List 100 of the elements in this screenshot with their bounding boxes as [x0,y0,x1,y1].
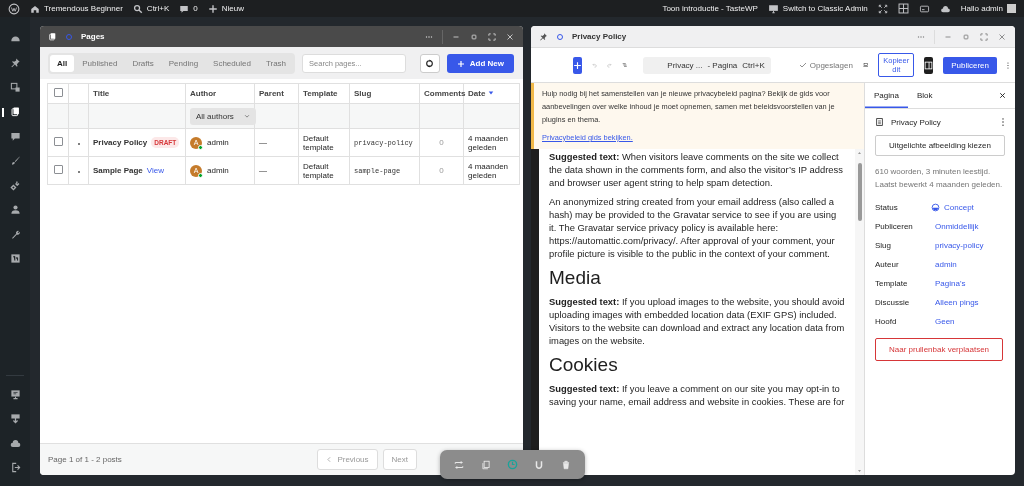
pages-icon[interactable] [9,106,21,118]
monitor-icon[interactable] [767,3,779,14]
paragraph: Suggested text: If you leave a comment on our site you may opt-in to saving your name, email address and website in cookies. These are for [549,382,845,408]
wordpress-logo-icon[interactable] [8,2,20,15]
sidebar-tab[interactable]: Pagina [865,83,908,108]
magnet-icon[interactable] [534,459,545,470]
online-dot-icon [198,144,203,150]
meta-text: 610 woorden, 3 minuten leestijd. [875,166,992,178]
filter-tab[interactable]: All [50,55,75,72]
field-value-link[interactable]: Onmiddellijk [935,222,1005,231]
field-label: Publiceren [875,222,914,231]
half-circle-icon [931,203,940,212]
document-title: Privacy Policy [891,117,942,127]
media-icon[interactable] [9,81,21,93]
home-icon[interactable] [30,3,40,14]
column-header[interactable]: Date [468,89,486,98]
author-name: admin [207,166,229,175]
monitor-icon[interactable] [9,388,21,400]
expand-icon[interactable] [877,3,888,14]
pagination-summary: Page 1 of 1 - 2 posts [48,455,123,464]
field-value-link[interactable]: privacy-policy [935,241,1005,250]
restore-icon[interactable] [469,31,479,42]
checkbox[interactable] [53,137,63,146]
window-title: Pages [81,32,106,41]
chevron-down-icon [243,113,250,119]
close-icon[interactable] [998,91,1007,100]
filter-tab[interactable]: Published [75,55,125,72]
field-label: Hoofd [875,317,898,326]
previous-button[interactable]: Previous [317,449,378,470]
list-view-icon[interactable] [621,60,628,70]
page-title-link[interactable]: Privacy Policy [93,138,148,147]
kebab-menu-icon[interactable] [1001,117,1005,127]
classic-admin-link[interactable]: Switch to Classic Admin [782,4,868,13]
site-name-link[interactable]: Tremendous Beginner [44,4,123,13]
comments-count[interactable]: 0 [193,4,198,13]
cloud-icon[interactable] [939,3,951,14]
column-header: Template [303,89,338,98]
column-header: Author [190,89,217,98]
document-type: - Pagina [707,60,738,70]
filter-tab[interactable]: Trash [258,55,294,72]
sidebar-tab[interactable]: Blok [907,83,942,108]
comment-icon[interactable] [179,3,190,14]
plus-icon[interactable] [207,3,218,14]
scrollbar[interactable] [855,149,864,475]
filter-tab[interactable]: Drafts [125,55,161,72]
search-shortcut[interactable]: Ctrl+K [146,4,170,13]
panel-icon[interactable] [9,253,21,265]
checkbox[interactable] [53,88,63,97]
pushpin-icon[interactable] [9,57,21,69]
template-cell: Default template [303,161,334,180]
field-value-link[interactable]: Geen [935,317,1005,326]
document-title: Privacy ... [667,60,703,70]
add-block-button[interactable] [573,56,582,74]
refresh-button[interactable] [420,54,440,73]
refresh-icon [425,59,435,68]
column-header: Title [93,89,110,98]
pages-icon [48,32,57,41]
field-value-link[interactable]: admin [935,260,1005,269]
filter-tab[interactable]: Scheduled [206,55,258,72]
view-link[interactable]: View [146,166,164,175]
sidebar-toggle-button[interactable] [924,56,934,74]
field-label: Slug [875,241,892,250]
author-filter-dropdown[interactable]: All authors [190,107,256,125]
card-icon[interactable] [918,3,930,14]
comments-count: 0 [439,138,444,147]
user-icon[interactable] [9,204,21,216]
field-value-link[interactable]: Pagina's [935,279,1005,288]
repeat-icon[interactable] [454,459,465,470]
laptop-icon[interactable] [862,60,869,70]
sort-arrow-icon[interactable] [488,90,495,96]
column-header: Slug [354,89,372,98]
logout-icon[interactable] [9,462,21,474]
grid-icon[interactable] [897,3,909,14]
featured-image-button[interactable]: Uitgelichte afbeelding kiezen [875,135,1005,156]
new-link[interactable]: Nieuw [221,4,244,13]
paragraph: Suggested text: When visitors leave comments on the site we collect the data shown in the comments form, and also the visitor’s IP address and browser user agent string to help spam detection. [549,150,844,189]
trash-button[interactable]: Naar prullenbak verplaatsen [875,338,1003,361]
intro-link[interactable]: Toon introductie - TasteWP [662,4,758,13]
field-value-link[interactable]: Alleen pings [935,298,1005,307]
command-bar[interactable]: Privacy ... - Pagina Ctrl+K [643,56,771,74]
parent-cell: — [259,166,267,175]
scroll-down-icon [857,469,862,473]
circle-icon [65,32,73,41]
comment-icon[interactable] [9,130,21,142]
download-icon[interactable] [9,413,21,425]
chevron-left-icon [326,456,333,463]
checkbox[interactable] [53,165,63,174]
page-title-link[interactable]: Sample Page [93,166,143,175]
trash-icon[interactable] [560,459,571,470]
check-icon [798,61,807,69]
search-icon[interactable] [132,3,143,14]
paragraph: An anonymized string created from your email address (also called a hash) may be provided to the Gravatar service to see if you are using it. The Gravatar service privacy policy is available here: https://automattic.com/privacy/. After approval of your comment, your profile picture is visible to the public in the context of your comment. [549,195,838,260]
status-link[interactable]: Concept [944,203,974,212]
publish-button[interactable]: Publiceren [943,56,997,74]
cloud-icon[interactable] [9,437,21,449]
column-header: Comments [424,89,466,98]
filter-tab[interactable]: Pending [161,55,206,72]
add-new-button[interactable]: Add New [446,54,514,73]
next-button[interactable]: Next [382,449,417,470]
greeting-link[interactable]: Hallo admin [960,4,1003,13]
